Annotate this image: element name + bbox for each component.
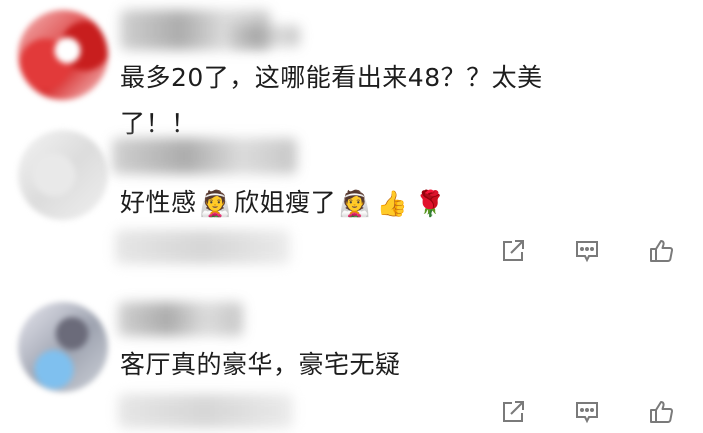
comment-text-line: 客厅真的豪华，豪宅无疑 xyxy=(120,350,401,379)
timestamp-redacted xyxy=(115,230,290,264)
comment-text-part: 欣姐瘦了 xyxy=(234,188,337,217)
comment-item: 好性感 👰 欣姐瘦了 👰 👍 🌹 xyxy=(0,130,703,290)
comment-item: 客厅真的豪华，豪宅无疑 xyxy=(0,290,703,433)
username-redacted xyxy=(112,138,297,174)
comment-text: 好性感 👰 欣姐瘦了 👰 👍 🌹 xyxy=(120,180,449,227)
comment-icon[interactable] xyxy=(571,235,603,267)
username-redacted xyxy=(230,25,300,47)
comment-actions xyxy=(497,394,677,430)
comment-text: 客厅真的豪华，豪宅无疑 xyxy=(120,342,401,388)
rose-emoji-icon: 🌹 xyxy=(414,189,447,218)
thumbs-up-icon[interactable] xyxy=(645,396,677,428)
timestamp-redacted xyxy=(118,394,293,428)
share-icon[interactable] xyxy=(497,396,529,428)
comment-actions xyxy=(497,233,677,269)
comment-text-part: 好性感 xyxy=(120,188,197,217)
username-redacted xyxy=(118,302,243,336)
avatar[interactable] xyxy=(18,10,108,100)
comment-text-line: 最多20了，这哪能看出来48？？太美 xyxy=(120,63,543,92)
avatar[interactable] xyxy=(18,302,108,392)
bride-emoji-icon: 👰 xyxy=(199,189,232,218)
avatar[interactable] xyxy=(18,130,108,220)
comment-icon[interactable] xyxy=(571,396,603,428)
thumbs-up-emoji-icon: 👍 xyxy=(376,189,409,218)
thumbs-up-icon[interactable] xyxy=(645,235,677,267)
comment-item: 最多20了，这哪能看出来48？？太美 了！！ xyxy=(0,0,703,138)
share-icon[interactable] xyxy=(497,235,529,267)
bride-emoji-icon: 👰 xyxy=(339,189,371,218)
